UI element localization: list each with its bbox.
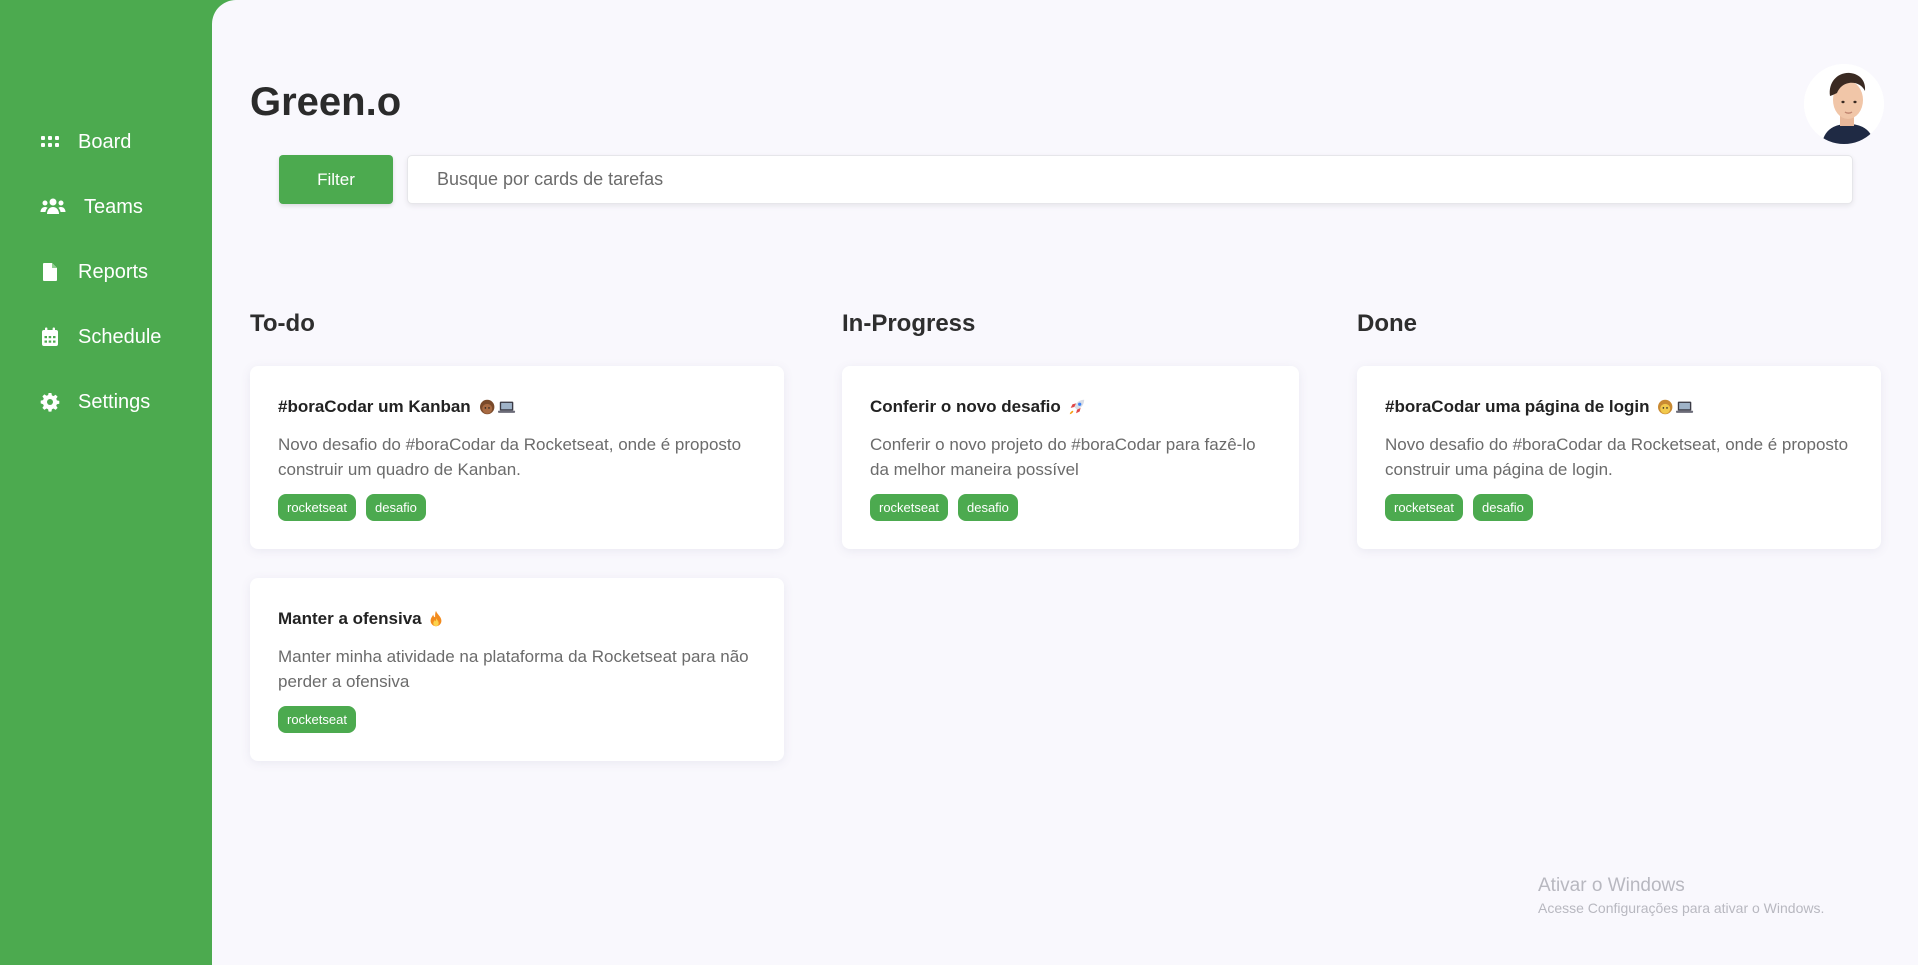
task-card[interactable]: Manter a ofensiva Manter minha atividade… bbox=[250, 578, 784, 761]
tag[interactable]: rocketseat bbox=[1385, 494, 1463, 521]
users-icon bbox=[40, 197, 66, 217]
card-title-text: Manter a ofensiva bbox=[278, 609, 422, 628]
task-card[interactable]: Conferir o novo desafio Conferir o novo … bbox=[842, 366, 1299, 549]
watermark-title: Ativar o Windows bbox=[1538, 875, 1685, 896]
sidebar-item-label: Teams bbox=[84, 195, 143, 218]
developer-laptop-icon bbox=[477, 398, 519, 416]
sidebar-item-board[interactable]: Board bbox=[40, 126, 131, 158]
fire-icon bbox=[428, 610, 444, 628]
sidebar-item-reports[interactable]: Reports bbox=[40, 256, 148, 288]
card-description: Novo desafio do #boraCodar da Rocketseat… bbox=[278, 435, 742, 479]
grid-icon bbox=[40, 132, 60, 152]
user-avatar-icon bbox=[1804, 64, 1884, 144]
sidebar: Board Teams Reports Schedule Settings bbox=[0, 0, 212, 965]
card-title: #boraCodar uma página de login bbox=[1385, 396, 1853, 418]
sidebar-item-label: Schedule bbox=[78, 325, 162, 348]
card-title-text: Conferir o novo desafio bbox=[870, 397, 1061, 416]
card-description: Novo desafio do #boraCodar da Rocketseat… bbox=[1385, 435, 1849, 479]
card-title-text: #boraCodar um Kanban bbox=[278, 397, 471, 416]
card-description: Conferir o novo projeto do #boraCodar pa… bbox=[870, 435, 1256, 479]
rocket-icon bbox=[1067, 398, 1087, 416]
developer-laptop-icon bbox=[1655, 398, 1697, 416]
task-card[interactable]: #boraCodar um Kanban Novo desafio do #bo… bbox=[250, 366, 784, 549]
sidebar-item-teams[interactable]: Teams bbox=[40, 191, 143, 223]
main-content: Green.o Filter To-do #boraCodar um Kanba… bbox=[212, 0, 1918, 965]
column-title-in-progress: In-Progress bbox=[842, 310, 976, 337]
tag[interactable]: desafio bbox=[1472, 494, 1533, 521]
tag[interactable]: desafio bbox=[365, 494, 426, 521]
card-tags: rocketseat bbox=[278, 706, 756, 733]
tag[interactable]: rocketseat bbox=[278, 706, 356, 733]
task-card[interactable]: #boraCodar uma página de login Novo desa… bbox=[1357, 366, 1881, 549]
calendar-icon bbox=[40, 327, 60, 347]
filter-button[interactable]: Filter bbox=[279, 155, 393, 204]
sidebar-item-schedule[interactable]: Schedule bbox=[40, 321, 161, 353]
sidebar-item-label: Settings bbox=[78, 390, 151, 413]
tag[interactable]: rocketseat bbox=[870, 494, 948, 521]
card-description: Manter minha atividade na plataforma da … bbox=[278, 647, 749, 691]
card-title: Conferir o novo desafio bbox=[870, 396, 1271, 418]
page-title: Green.o bbox=[250, 80, 402, 124]
card-tags: rocketseat desafio bbox=[278, 494, 756, 521]
card-title: #boraCodar um Kanban bbox=[278, 396, 756, 418]
search-input[interactable] bbox=[407, 155, 1853, 204]
card-tags: rocketseat desafio bbox=[1385, 494, 1853, 521]
tag[interactable]: desafio bbox=[957, 494, 1018, 521]
card-title-text: #boraCodar uma página de login bbox=[1385, 397, 1650, 416]
card-title: Manter a ofensiva bbox=[278, 608, 756, 630]
sidebar-item-label: Board bbox=[78, 130, 132, 153]
windows-activation-watermark: Ativar o Windows Acesse Configurações pa… bbox=[1538, 875, 1824, 916]
sidebar-item-settings[interactable]: Settings bbox=[40, 386, 150, 418]
avatar[interactable] bbox=[1804, 64, 1884, 144]
card-tags: rocketseat desafio bbox=[870, 494, 1271, 521]
file-icon bbox=[40, 262, 60, 282]
watermark-subtitle: Acesse Configurações para ativar o Windo… bbox=[1538, 900, 1825, 916]
column-title-done: Done bbox=[1357, 310, 1417, 337]
sidebar-item-label: Reports bbox=[78, 260, 149, 283]
gear-icon bbox=[40, 392, 60, 412]
tag[interactable]: rocketseat bbox=[278, 494, 356, 521]
column-title-todo: To-do bbox=[250, 310, 315, 337]
